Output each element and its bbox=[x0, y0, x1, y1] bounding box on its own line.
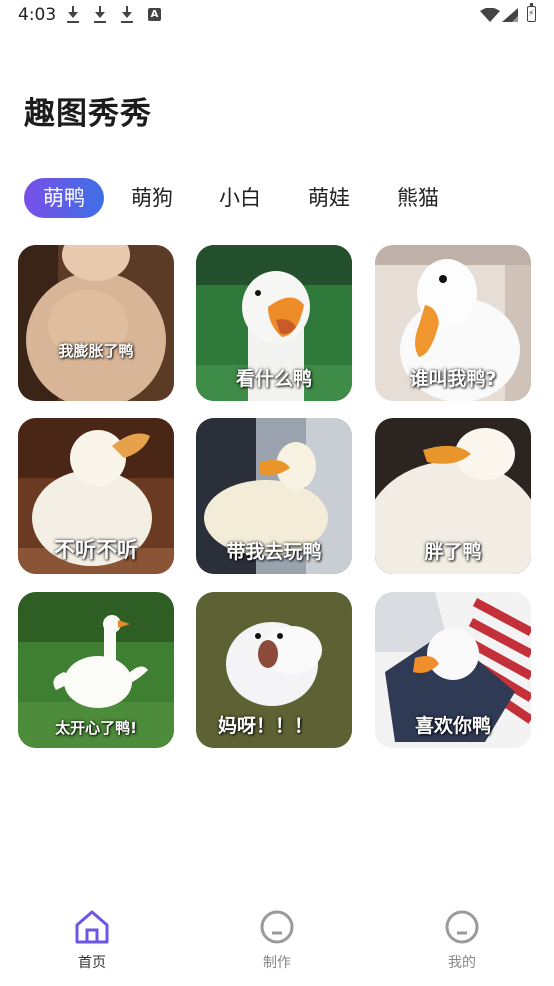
tab-xiaobai[interactable]: 小白 bbox=[200, 178, 280, 218]
meme-caption: 谁叫我鸭? bbox=[409, 368, 497, 390]
tab-pandas[interactable]: 熊猫 bbox=[378, 178, 458, 218]
face-icon bbox=[260, 910, 294, 944]
meme-card[interactable]: 谁叫我鸭? bbox=[375, 245, 531, 401]
tab-dogs[interactable]: 萌狗 bbox=[112, 178, 192, 218]
battery-icon: ⚡ bbox=[527, 3, 536, 22]
face-icon bbox=[445, 910, 479, 944]
meme-card[interactable]: 太开心了鸭! bbox=[18, 592, 174, 748]
nav-mine[interactable]: 我的 bbox=[422, 908, 502, 972]
page-title: 趣图秀秀 bbox=[24, 96, 152, 132]
a-notification-icon: A bbox=[148, 8, 161, 21]
nav-label: 我的 bbox=[448, 955, 476, 971]
status-time: 4:03 bbox=[18, 5, 57, 25]
meme-caption: 我膨胀了鸭 bbox=[58, 342, 134, 360]
nav-label: 制作 bbox=[263, 955, 291, 971]
meme-card[interactable]: 喜欢你鸭 bbox=[375, 592, 531, 748]
meme-card[interactable]: 不听不听 bbox=[18, 418, 174, 574]
download-icon bbox=[66, 6, 80, 24]
nav-home[interactable]: 首页 bbox=[52, 908, 132, 972]
meme-caption: 看什么鸭 bbox=[235, 368, 312, 390]
meme-caption: 不听不听 bbox=[54, 538, 138, 562]
tab-ducks[interactable]: 萌鸭 bbox=[24, 178, 104, 218]
download-icon bbox=[93, 6, 107, 24]
meme-card[interactable]: 胖了鸭 bbox=[375, 418, 531, 574]
meme-card[interactable]: 妈呀！！！ bbox=[196, 592, 352, 748]
home-icon bbox=[75, 910, 109, 944]
signal-icon bbox=[502, 8, 518, 22]
meme-card[interactable]: 我膨胀了鸭 bbox=[18, 245, 174, 401]
nav-label: 首页 bbox=[78, 955, 106, 971]
meme-card[interactable]: 看什么鸭 bbox=[196, 245, 352, 401]
meme-caption: 妈呀！！！ bbox=[218, 715, 314, 737]
download-icon bbox=[120, 6, 134, 24]
meme-caption: 喜欢你鸭 bbox=[414, 715, 491, 737]
meme-caption: 胖了鸭 bbox=[424, 541, 482, 563]
tab-babies[interactable]: 萌娃 bbox=[289, 178, 369, 218]
nav-create[interactable]: 制作 bbox=[237, 908, 317, 972]
bottom-nav: 首页 制作 我的 bbox=[0, 900, 554, 986]
status-bar: 4:03 A ⚡ bbox=[0, 0, 554, 34]
meme-card[interactable]: 带我去玩鸭 bbox=[196, 418, 352, 574]
meme-caption: 太开心了鸭! bbox=[55, 719, 137, 737]
wifi-icon bbox=[480, 8, 500, 22]
meme-caption: 带我去玩鸭 bbox=[226, 541, 322, 563]
meme-image bbox=[18, 245, 174, 401]
